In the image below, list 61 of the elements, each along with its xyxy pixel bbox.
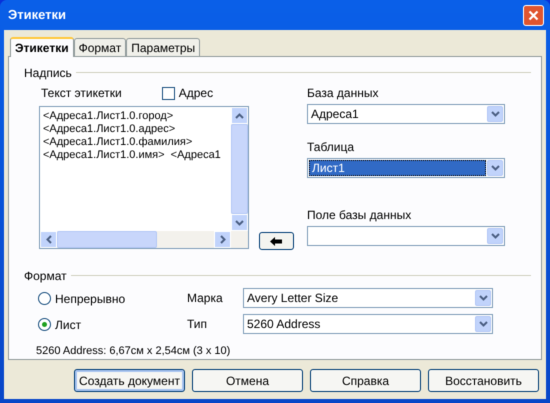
chevron-down-icon: [235, 220, 244, 226]
checkbox-label: Адрес: [178, 85, 214, 102]
text-line: <Адреса1.Лист1.0.имя> <Адреса1: [43, 149, 222, 162]
label-size-info: 5260 Address: 6,67см x 2,54см (3 x 10): [35, 344, 232, 358]
tab[interactable]: Параметры: [126, 38, 200, 56]
dropdown-field[interactable]: Avery Letter Size: [243, 288, 493, 308]
tab[interactable]: Этикетки: [10, 37, 74, 57]
field-label: Марка: [186, 290, 224, 306]
chevron-down-icon: [490, 111, 500, 118]
dropdown-value: Лист1: [309, 160, 486, 176]
dialog-button[interactable]: Справка: [310, 369, 421, 392]
field-label: Тип: [186, 316, 208, 332]
radio-label: Непрерывно: [55, 290, 126, 308]
dropdown-field[interactable]: 5260 Address: [243, 314, 493, 334]
close-icon: [528, 10, 539, 20]
field-label: Таблица: [307, 139, 356, 156]
close-button[interactable]: [523, 4, 544, 26]
chevron-down-icon: [478, 294, 488, 300]
dropdown-value: Avery Letter Size: [246, 290, 340, 306]
dialog-button[interactable]: Отмена: [192, 369, 303, 392]
chevron-down-icon: [478, 320, 488, 326]
insert-field-button[interactable]: [258, 232, 294, 250]
dropdown-button[interactable]: [487, 228, 503, 244]
chevron-up-icon: [235, 112, 244, 119]
dialog-button[interactable]: Восстановить: [428, 369, 539, 392]
radio-button[interactable]: [38, 292, 51, 305]
window-title: Этикетки: [8, 6, 66, 24]
dropdown-button[interactable]: [487, 106, 503, 122]
dropdown-button[interactable]: [475, 316, 491, 332]
label-text-area[interactable]: <Адреса1.Лист1.0.город> <Адреса1.Лист1.0.адрес> <Адреса1.Лист1.0.фамилия> <Адреса1.Лист1.0.имя> <Адреса1: [39, 106, 249, 250]
chevron-down-icon: [490, 165, 500, 172]
radio-button[interactable]: [38, 318, 51, 331]
chevron-left-icon: [46, 235, 52, 244]
field-label: База данных: [307, 85, 380, 102]
dropdown-field[interactable]: [307, 226, 505, 246]
field-label: Поле базы данных: [307, 207, 412, 224]
arrow-left-icon: [270, 236, 282, 246]
chevron-right-icon: [220, 235, 226, 244]
dropdown-field[interactable]: Лист1: [307, 158, 505, 178]
checkbox[interactable]: [162, 86, 175, 100]
field-label: Текст этикетки: [41, 85, 122, 102]
dropdown-field[interactable]: Адреса1: [307, 104, 505, 124]
dropdown-button[interactable]: [487, 160, 503, 176]
chevron-down-icon: [490, 233, 500, 240]
group-label: Формат: [23, 268, 67, 285]
dropdown-value: Адреса1: [310, 106, 360, 122]
text-line: <Адреса1.Лист1.0.адрес>: [43, 123, 176, 136]
text-line: <Адреса1.Лист1.0.фамилия>: [43, 136, 194, 150]
horizontal-scrollbar[interactable]: [40, 231, 248, 248]
scroll-right-button[interactable]: [214, 231, 231, 248]
dropdown-button[interactable]: [475, 290, 491, 306]
dialog-button[interactable]: Создать документ: [74, 369, 185, 392]
group-label: Надпись: [23, 64, 72, 82]
scroll-left-button[interactable]: [40, 231, 57, 248]
scroll-down-button[interactable]: [231, 214, 248, 232]
radio-label: Лист: [55, 316, 82, 334]
scroll-up-button[interactable]: [231, 107, 248, 124]
dropdown-value: 5260 Address: [246, 316, 322, 332]
tab[interactable]: Формат: [74, 38, 126, 56]
text-line: <Адреса1.Лист1.0.город>: [43, 110, 174, 124]
vertical-scrollbar[interactable]: [231, 107, 248, 232]
